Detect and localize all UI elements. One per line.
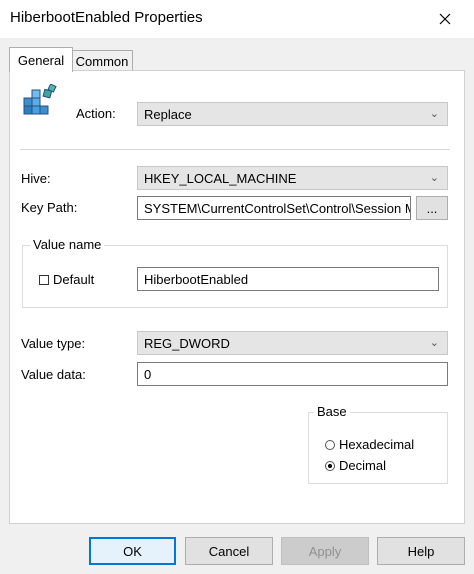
browse-button[interactable]: ... — [416, 196, 448, 220]
hive-label: Hive: — [21, 171, 51, 186]
action-value: Replace — [144, 106, 192, 122]
value-data-field[interactable]: 0 — [137, 362, 448, 386]
value-data-label: Value data: — [21, 367, 86, 382]
tab-general[interactable]: General — [9, 47, 73, 72]
cancel-button-label: Cancel — [208, 543, 250, 559]
value-type-value: REG_DWORD — [144, 335, 230, 351]
value-type-dropdown[interactable]: REG_DWORD ⌄ — [137, 331, 448, 355]
value-name-value: HiberbootEnabled — [144, 271, 249, 287]
window-title: HiberbootEnabled Properties — [10, 9, 203, 26]
checkbox-box — [39, 274, 49, 285]
radio-button-selected — [325, 460, 335, 471]
base-group-title: Base — [314, 404, 350, 419]
hive-value: HKEY_LOCAL_MACHINE — [144, 170, 297, 186]
radio-decimal[interactable]: Decimal — [325, 458, 386, 473]
key-path-label: Key Path: — [21, 200, 78, 215]
close-icon — [439, 13, 451, 25]
default-checkbox-label: Default — [53, 272, 95, 287]
ok-button-label: OK — [123, 543, 142, 559]
hive-dropdown[interactable]: HKEY_LOCAL_MACHINE ⌄ — [137, 166, 448, 190]
registry-icon — [22, 83, 60, 122]
value-type-label: Value type: — [21, 336, 86, 351]
cancel-button[interactable]: Cancel — [185, 537, 273, 565]
value-name-group-title: Value name — [30, 237, 105, 252]
value-data-value: 0 — [144, 366, 152, 382]
help-button-label: Help — [407, 543, 435, 559]
tab-general-label: General — [17, 52, 65, 68]
ok-button[interactable]: OK — [89, 537, 176, 565]
radio-decimal-label: Decimal — [339, 458, 386, 473]
tab-common-label: Common — [75, 53, 129, 69]
radio-hexadecimal-label: Hexadecimal — [339, 437, 415, 452]
help-button[interactable]: Help — [377, 537, 465, 565]
action-label: Action: — [76, 106, 116, 121]
value-name-field[interactable]: HiberbootEnabled — [137, 267, 439, 291]
close-button[interactable] — [430, 6, 460, 32]
key-path-field[interactable]: SYSTEM\CurrentControlSet\Control\Session… — [137, 196, 411, 220]
tab-common[interactable]: Common — [71, 50, 133, 71]
key-path-value: SYSTEM\CurrentControlSet\Control\Session… — [144, 200, 411, 216]
apply-button-label: Apply — [308, 543, 342, 559]
apply-button[interactable]: Apply — [281, 537, 369, 565]
action-dropdown[interactable]: Replace ⌄ — [137, 102, 448, 126]
separator — [20, 149, 450, 150]
chevron-down-icon: ⌄ — [429, 108, 439, 120]
chevron-down-icon: ⌄ — [429, 172, 439, 184]
default-checkbox[interactable]: Default — [39, 272, 94, 287]
radio-hexadecimal[interactable]: Hexadecimal — [325, 437, 414, 452]
chevron-down-icon: ⌄ — [429, 337, 439, 349]
browse-button-label: ... — [426, 200, 438, 216]
radio-button — [325, 439, 335, 450]
